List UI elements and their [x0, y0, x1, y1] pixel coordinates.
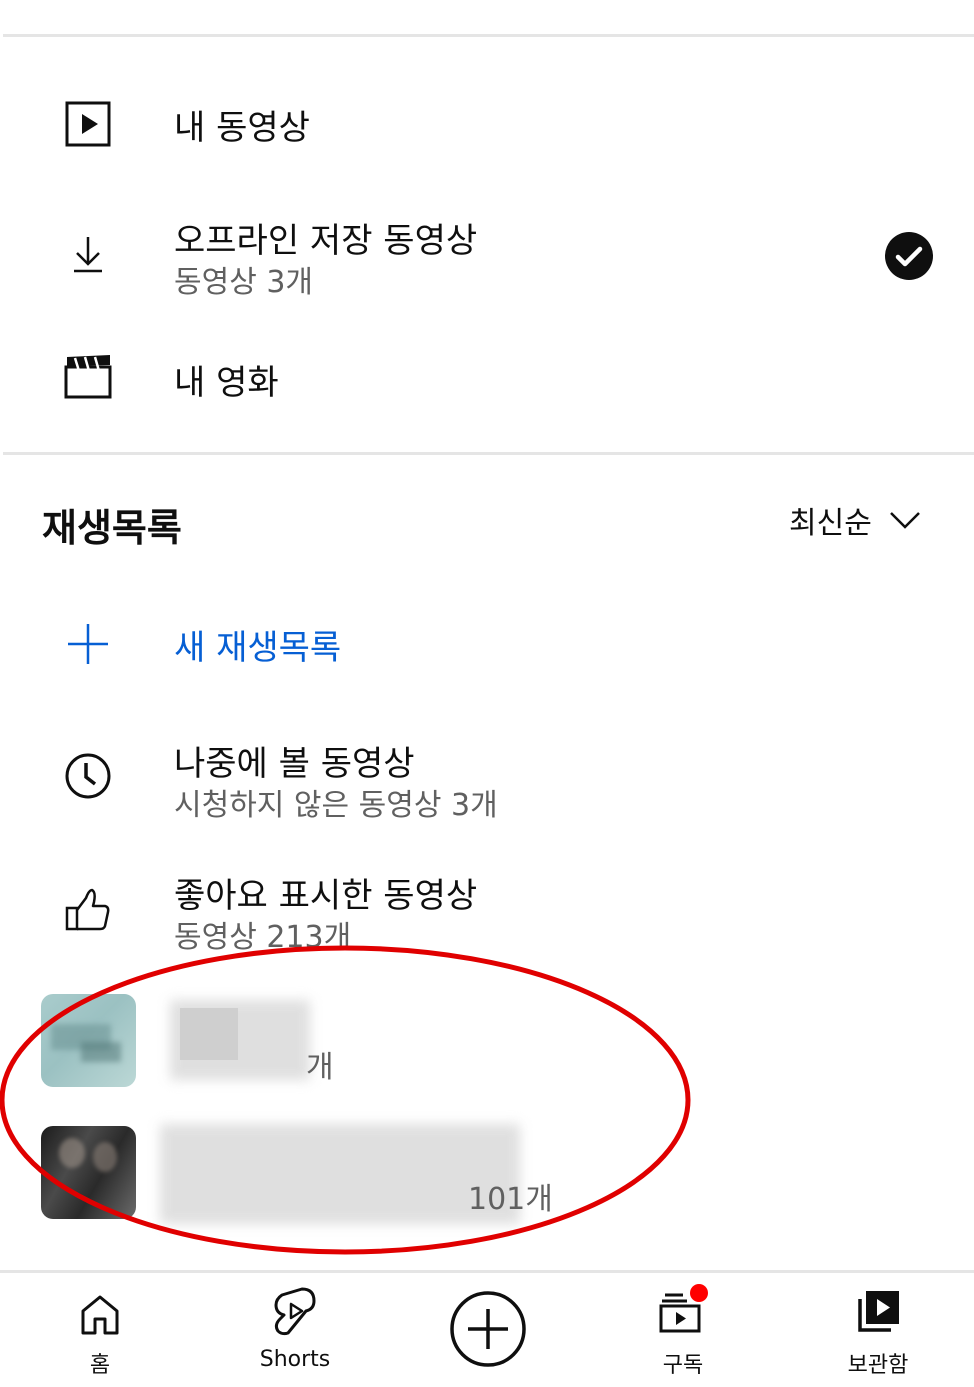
- thumbs-up-icon: [58, 880, 118, 940]
- new-playlist-label: 새 재생목록: [174, 628, 342, 668]
- clock-icon: [58, 746, 118, 806]
- chevron-down-icon: [889, 512, 920, 529]
- my-videos-row[interactable]: 내 동영상: [0, 80, 974, 170]
- new-playlist-row[interactable]: 새 재생목록: [0, 600, 974, 690]
- sort-dropdown[interactable]: 최신순: [789, 498, 922, 542]
- watch-later-label: 나중에 볼 동영상: [174, 744, 415, 784]
- check-circle-icon: [884, 231, 934, 285]
- download-icon: [58, 225, 118, 285]
- nav-home-label: 홈: [89, 1353, 111, 1378]
- nav-subscriptions-label: 구독: [662, 1353, 704, 1378]
- my-movies-row[interactable]: 내 영화: [0, 335, 974, 425]
- create-plus-icon: [450, 1291, 526, 1367]
- home-icon: [81, 1295, 119, 1335]
- shorts-icon: [274, 1287, 316, 1336]
- library-icon: [858, 1291, 899, 1332]
- liked-videos-label: 좋아요 표시한 동영상: [174, 876, 478, 916]
- watch-later-count: 시청하지 않은 동영상 3개: [174, 788, 498, 823]
- top-divider: [3, 34, 974, 37]
- annotation-ellipse: [0, 945, 691, 1255]
- nav-create[interactable]: [408, 1273, 568, 1387]
- offline-videos-row[interactable]: 오프라인 저장 동영상 동영상 3개: [0, 205, 974, 305]
- nav-subscriptions[interactable]: 구독: [603, 1273, 763, 1387]
- plus-icon: [58, 614, 118, 674]
- offline-videos-count: 동영상 3개: [174, 265, 314, 300]
- clapperboard-icon: [58, 347, 118, 407]
- playlists-title: 재생목록: [42, 506, 182, 550]
- nav-library-label: 보관함: [847, 1353, 909, 1378]
- section-divider: [3, 452, 974, 455]
- list-item[interactable]: 나중에 볼 동영상 시청하지 않은 동영상 3개: [0, 730, 974, 830]
- bottom-nav: 홈 Shorts 구독 보관함: [0, 1270, 974, 1387]
- my-movies-label: 내 영화: [174, 363, 279, 403]
- nav-shorts-label: Shorts: [259, 1347, 331, 1372]
- nav-home[interactable]: 홈: [20, 1273, 180, 1387]
- nav-library[interactable]: 보관함: [798, 1273, 958, 1387]
- offline-videos-label: 오프라인 저장 동영상: [174, 221, 478, 261]
- subscriptions-icon: [659, 1284, 708, 1333]
- sort-label: 최신순: [789, 506, 872, 541]
- play-square-icon: [58, 94, 118, 154]
- my-videos-label: 내 동영상: [174, 108, 310, 148]
- nav-shorts[interactable]: Shorts: [215, 1273, 375, 1387]
